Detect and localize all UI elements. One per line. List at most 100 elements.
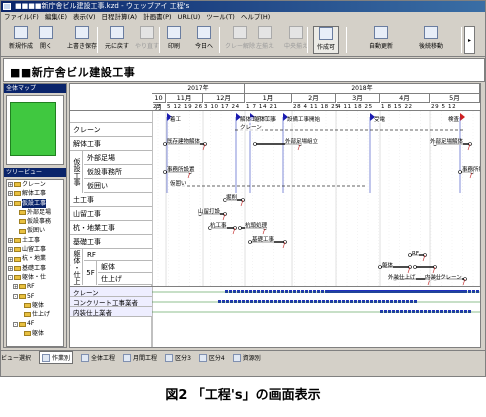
resource-label[interactable]: クレーン	[70, 287, 152, 297]
event-label[interactable]: 外部足場解体	[430, 139, 464, 145]
event-label[interactable]: 杭頭処理	[245, 223, 268, 229]
menu-item-3[interactable]: 日程計算(A)	[102, 12, 138, 23]
row-label[interactable]: 仮設事務所	[84, 165, 152, 179]
view-tab-1[interactable]: 作業別	[39, 351, 74, 364]
menu-item-4[interactable]: 計画書(P)	[143, 12, 172, 23]
toolbar-button-12[interactable]: 後続移動	[419, 26, 443, 54]
toolbar-button-7[interactable]: クレー解除	[225, 26, 255, 54]
view-tab-2[interactable]: 全体工程	[81, 353, 115, 362]
tree-item[interactable]: + 土工事	[7, 236, 63, 245]
row-label[interactable]: 仮囲い	[84, 179, 152, 193]
toolbar-button-1[interactable]: 開く	[39, 26, 53, 54]
tree-item[interactable]: 外部足場	[7, 208, 63, 217]
row-label[interactable]: 躯体	[98, 261, 152, 273]
row-label[interactable]: RF	[84, 249, 152, 261]
event-label[interactable]: 事務所撤去	[462, 167, 480, 173]
toolbar-button-6[interactable]: 今日へ	[195, 26, 213, 54]
row-label[interactable]: クレーン	[70, 123, 152, 137]
toolbar-button-10[interactable]: 作成可	[313, 26, 340, 54]
event-label[interactable]: RF	[412, 251, 419, 257]
map-viewport[interactable]	[10, 102, 56, 156]
collapse-icon[interactable]: -	[8, 200, 13, 206]
tree-item[interactable]: 躯体	[7, 301, 63, 310]
event-label[interactable]: 事務所設置	[167, 167, 195, 173]
toolbar-button-0[interactable]: 新規作成	[9, 26, 33, 54]
toolbar-button-9[interactable]: 中央揃え	[284, 26, 308, 54]
menu-item-2[interactable]: 表示(V)	[73, 12, 96, 23]
resource-usage-block	[344, 290, 347, 293]
resource-label[interactable]: 内装仕上業者	[70, 307, 152, 317]
row-label[interactable]: 解体工事	[70, 137, 152, 151]
row-label[interactable]: 基礎工事	[70, 235, 152, 249]
tree-item[interactable]: + RF	[7, 282, 63, 291]
event-label[interactable]: 基礎工事	[252, 237, 275, 243]
tree-item[interactable]: 躯体	[7, 329, 63, 338]
resource-usage-block	[246, 300, 249, 303]
event-label[interactable]: クレーン	[440, 275, 462, 281]
event-label[interactable]: 山留打設	[198, 209, 221, 215]
event-label[interactable]: クレーン	[240, 125, 262, 131]
expand-icon[interactable]: +	[8, 247, 13, 253]
toolbar-button-11[interactable]: 自動更新	[369, 26, 393, 54]
tree-item[interactable]: + 解体工事	[7, 189, 63, 198]
event-label[interactable]: 外装仕上げ	[388, 275, 416, 281]
toolbar-button-2[interactable]: 上書き保存	[67, 26, 97, 54]
tree-item[interactable]: 仮囲い	[7, 226, 63, 235]
toolbar-button-4[interactable]: やり直す	[135, 26, 159, 54]
event-label[interactable]: 躯体	[382, 263, 394, 269]
toolbar-button-8[interactable]: 左揃え	[256, 26, 274, 54]
event-label[interactable]: 設備工事開始	[287, 117, 321, 123]
view-tab-4[interactable]: 区分3	[165, 353, 191, 362]
resource-label[interactable]: コンクリート工事業者	[70, 297, 152, 307]
menu-item-1[interactable]: 編集(E)	[45, 12, 67, 23]
event-label[interactable]: 仮囲い	[170, 181, 187, 187]
expand-icon[interactable]: +	[13, 284, 18, 290]
event-label[interactable]: 検査	[448, 117, 460, 123]
expand-icon[interactable]: +	[8, 191, 13, 197]
event-label[interactable]: 杭工事	[210, 223, 227, 229]
toolbar-dropdown-arrow[interactable]: ▸	[464, 26, 476, 54]
view-tab-3[interactable]: 月間工程	[123, 353, 157, 362]
event-label[interactable]: 躯体工事	[254, 117, 277, 123]
gantt-chart[interactable]: 2017年 2018年 10月 22 11月 5 12 19 26 12月 3 10 17 2…	[69, 83, 481, 348]
resource-usage-block	[293, 290, 296, 293]
tree-item[interactable]: 仕上げ	[7, 310, 63, 319]
tree-item[interactable]: - 4F	[7, 319, 63, 328]
tree-item[interactable]: + 山留工事	[7, 245, 63, 254]
event-label[interactable]: 外部足場組立	[285, 139, 319, 145]
row-label[interactable]: 杭・地業工事	[70, 221, 152, 235]
event-label[interactable]: 既存建物解体	[167, 139, 201, 145]
view-tab-5[interactable]: 区分4	[198, 353, 225, 362]
view-tab-0[interactable]: ビュー選択	[1, 353, 31, 362]
row-label[interactable]: 山留工事	[70, 207, 152, 221]
row-label[interactable]: 土工事	[70, 193, 152, 207]
menu-item-6[interactable]: ツール(T)	[206, 12, 235, 23]
menu-item-5[interactable]: URL(U)	[178, 12, 201, 23]
toolbar-button-5[interactable]: 印刷	[167, 26, 181, 54]
event-label[interactable]: 受電	[374, 117, 386, 123]
collapse-icon[interactable]: -	[13, 293, 18, 299]
collapse-icon[interactable]: -	[8, 275, 13, 281]
row-label[interactable]: 外部足場	[84, 151, 152, 165]
expand-icon[interactable]: +	[8, 256, 13, 262]
row-label[interactable]: 仕上げ	[98, 273, 152, 285]
tree-item[interactable]: - 5F	[7, 292, 63, 301]
tree-item[interactable]: + 基礎工事	[7, 264, 63, 273]
event-label[interactable]: 掘削	[226, 195, 238, 201]
tree-item[interactable]: - 躯体・仕	[7, 273, 63, 282]
overview-map[interactable]	[6, 95, 64, 165]
expand-icon[interactable]: +	[8, 265, 13, 271]
tree-item[interactable]: + クレーン	[7, 180, 63, 189]
tree-item[interactable]: 仮設事務	[7, 217, 63, 226]
expand-icon[interactable]: +	[8, 182, 13, 188]
tree-item[interactable]: - 仮設工事	[7, 198, 63, 208]
menu-item-7[interactable]: ヘルプ(H)	[241, 12, 270, 23]
tree-item[interactable]: + 杭・地業	[7, 254, 63, 263]
collapse-icon[interactable]: -	[13, 321, 18, 327]
menu-item-0[interactable]: ファイル(F)	[4, 12, 39, 23]
toolbar-button-3[interactable]: 元に戻す	[105, 26, 129, 54]
tree-view[interactable]: + クレーン + 解体工事 - 仮設工事 外部足場 仮設事務 仮囲い + 土工事 + 山留工事 + 杭・地業…	[6, 179, 64, 347]
event-label[interactable]: 着工	[170, 117, 182, 123]
view-tab-6[interactable]: 資源別	[232, 353, 261, 362]
expand-icon[interactable]: +	[8, 237, 13, 243]
